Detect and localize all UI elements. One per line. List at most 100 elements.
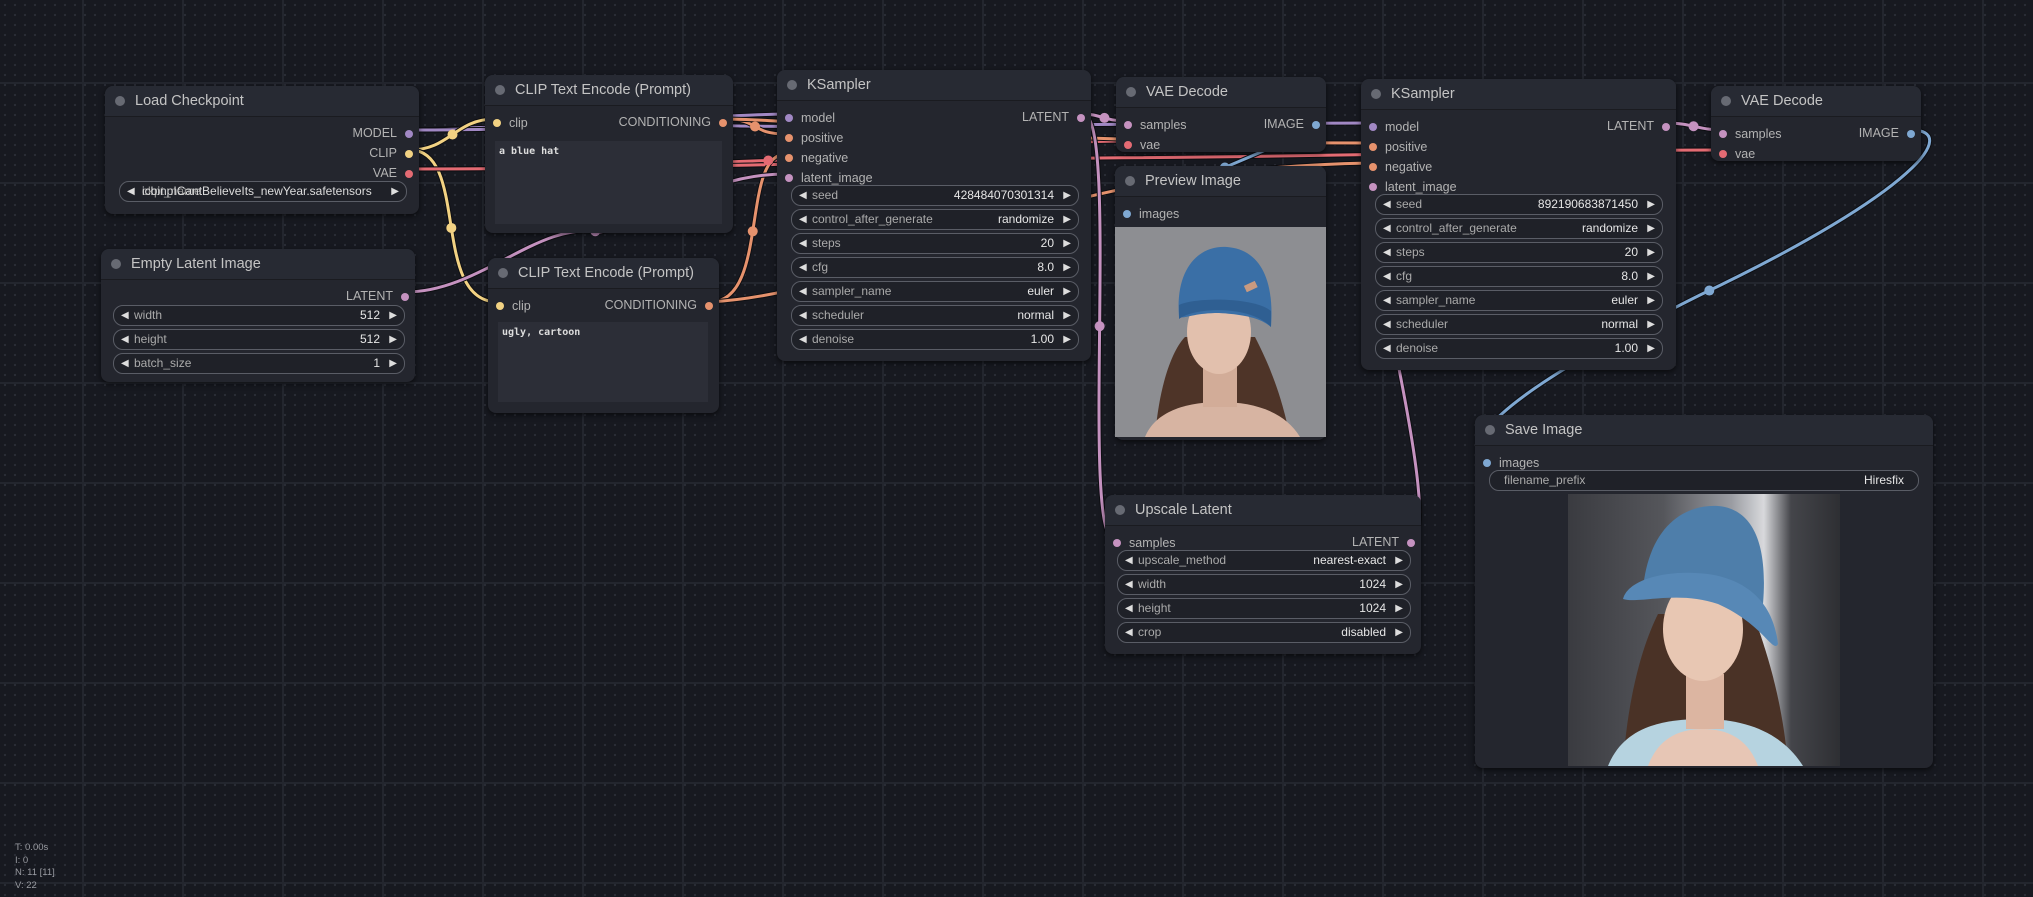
node-save-image[interactable]: Save Image images filename_prefix Hiresf… [1475,415,1933,768]
node-title[interactable]: Load Checkpoint [105,86,419,117]
collapse-dot-icon[interactable] [1115,505,1125,515]
collapse-dot-icon[interactable] [111,259,121,269]
arrow-right-icon[interactable]: ▶ [389,306,397,325]
output-slot-image[interactable]: IMAGE [1264,117,1320,131]
arrow-left-icon[interactable]: ◀ [1125,599,1133,618]
collapse-dot-icon[interactable] [1371,89,1381,99]
widget-scheduler[interactable]: ◀ scheduler normal ▶ [1375,314,1663,335]
widget-denoise[interactable]: ◀ denoise 1.00 ▶ [791,329,1079,350]
widget-batch-size[interactable]: ◀ batch_size 1 ▶ [113,353,405,374]
arrow-left-icon[interactable]: ◀ [1383,219,1391,238]
arrow-left-icon[interactable]: ◀ [1125,551,1133,570]
input-slot-clip[interactable]: clip [496,298,531,313]
arrow-left-icon[interactable]: ◀ [121,330,129,349]
node-title[interactable]: CLIP Text Encode (Prompt) [485,75,733,106]
widget-width[interactable]: ◀ width 1024 ▶ [1117,574,1411,595]
arrow-right-icon[interactable]: ▶ [1647,219,1655,238]
output-slot-conditioning[interactable]: CONDITIONING [605,298,713,312]
output-slot-image[interactable]: IMAGE [1859,126,1915,140]
arrow-left-icon[interactable]: ◀ [1383,339,1391,358]
input-slot-latent-image[interactable]: latent_image [1369,179,1457,194]
widget-steps[interactable]: ◀ steps 20 ▶ [1375,242,1663,263]
node-title[interactable]: KSampler [777,70,1091,101]
arrow-right-icon[interactable]: ▶ [1395,551,1403,570]
arrow-right-icon[interactable]: ▶ [1647,195,1655,214]
arrow-right-icon[interactable]: ▶ [1647,243,1655,262]
node-title[interactable]: CLIP Text Encode (Prompt) [488,258,719,289]
arrow-right-icon[interactable]: ▶ [1395,623,1403,642]
arrow-right-icon[interactable]: ▶ [389,354,397,373]
widget-height[interactable]: ◀ height 1024 ▶ [1117,598,1411,619]
input-slot-images[interactable]: images [1123,206,1179,221]
output-slot-vae[interactable]: VAE [373,166,413,180]
node-title[interactable]: Save Image [1475,415,1933,446]
node-load-checkpoint[interactable]: Load Checkpoint MODEL CLIP VAE ◀ ckpt_na… [105,86,419,214]
arrow-left-icon[interactable]: ◀ [1125,575,1133,594]
arrow-right-icon[interactable]: ▶ [1063,210,1071,229]
node-vae-decode-1[interactable]: VAE Decode samples IMAGE vae [1116,77,1326,152]
node-clip-text-encode-negative[interactable]: CLIP Text Encode (Prompt) clip CONDITION… [488,258,719,413]
input-slot-samples[interactable]: samples [1124,117,1187,132]
input-slot-images[interactable]: images [1483,455,1539,470]
filename-prefix-field[interactable]: filename_prefix Hiresfix [1489,470,1919,491]
node-ksampler-1[interactable]: KSampler model LATENT positive negative late… [777,70,1091,361]
node-title[interactable]: VAE Decode [1116,77,1326,108]
widget-denoise[interactable]: ◀ denoise 1.00 ▶ [1375,338,1663,359]
arrow-right-icon[interactable]: ▶ [391,182,399,201]
arrow-right-icon[interactable]: ▶ [1063,258,1071,277]
node-title[interactable]: KSampler [1361,79,1676,110]
collapse-dot-icon[interactable] [787,80,797,90]
arrow-right-icon[interactable]: ▶ [1063,234,1071,253]
arrow-left-icon[interactable]: ◀ [121,306,129,325]
node-title[interactable]: Upscale Latent [1105,495,1421,526]
widget-cfg[interactable]: ◀ cfg 8.0 ▶ [1375,266,1663,287]
arrow-right-icon[interactable]: ▶ [1063,282,1071,301]
arrow-left-icon[interactable]: ◀ [799,186,807,205]
widget-height[interactable]: ◀ height 512 ▶ [113,329,405,350]
output-slot-clip[interactable]: CLIP [369,146,413,160]
input-slot-samples[interactable]: samples [1719,126,1782,141]
widget-crop[interactable]: ◀ crop disabled ▶ [1117,622,1411,643]
arrow-left-icon[interactable]: ◀ [799,330,807,349]
widget-sampler-name[interactable]: ◀ sampler_name euler ▶ [1375,290,1663,311]
collapse-dot-icon[interactable] [498,268,508,278]
widget-cfg[interactable]: ◀ cfg 8.0 ▶ [791,257,1079,278]
input-slot-model[interactable]: model [785,110,835,125]
widget-sampler-name[interactable]: ◀ sampler_name euler ▶ [791,281,1079,302]
node-title[interactable]: VAE Decode [1711,86,1921,117]
widget-control-after-generate[interactable]: ◀ control_after_generate randomize ▶ [1375,218,1663,239]
output-slot-latent[interactable]: LATENT [1352,535,1415,549]
widget-scheduler[interactable]: ◀ scheduler normal ▶ [791,305,1079,326]
arrow-left-icon[interactable]: ◀ [1383,243,1391,262]
collapse-dot-icon[interactable] [1126,87,1136,97]
output-slot-latent[interactable]: LATENT [1607,119,1670,133]
arrow-left-icon[interactable]: ◀ [799,234,807,253]
input-slot-positive[interactable]: positive [1369,139,1427,154]
arrow-right-icon[interactable]: ▶ [1395,575,1403,594]
arrow-left-icon[interactable]: ◀ [1383,267,1391,286]
arrow-left-icon[interactable]: ◀ [799,210,807,229]
output-slot-latent[interactable]: LATENT [346,289,409,303]
node-ksampler-2[interactable]: KSampler model LATENT positive negative late… [1361,79,1676,370]
arrow-left-icon[interactable]: ◀ [127,182,135,201]
arrow-right-icon[interactable]: ▶ [1647,267,1655,286]
collapse-dot-icon[interactable] [1721,96,1731,106]
widget-seed[interactable]: ◀ seed 428484070301314 ▶ [791,185,1079,206]
input-slot-clip[interactable]: clip [493,115,528,130]
node-clip-text-encode-positive[interactable]: CLIP Text Encode (Prompt) clip CONDITION… [485,75,733,233]
collapse-dot-icon[interactable] [1485,425,1495,435]
arrow-left-icon[interactable]: ◀ [799,282,807,301]
arrow-right-icon[interactable]: ▶ [389,330,397,349]
arrow-right-icon[interactable]: ▶ [1647,315,1655,334]
node-empty-latent-image[interactable]: Empty Latent Image LATENT ◀ width 512 ▶ ◀ hei… [101,249,415,382]
arrow-left-icon[interactable]: ◀ [1383,315,1391,334]
input-slot-samples[interactable]: samples [1113,535,1176,550]
preview-image[interactable] [1115,227,1326,437]
widget-steps[interactable]: ◀ steps 20 ▶ [791,233,1079,254]
collapse-dot-icon[interactable] [495,85,505,95]
ckpt-name-combo[interactable]: ◀ ckpt_name icbinpICantBelieveIts_newYea… [119,181,407,202]
output-slot-conditioning[interactable]: CONDITIONING [619,115,727,129]
saved-image[interactable] [1568,494,1840,766]
widget-width[interactable]: ◀ width 512 ▶ [113,305,405,326]
output-slot-model[interactable]: MODEL [353,126,413,140]
